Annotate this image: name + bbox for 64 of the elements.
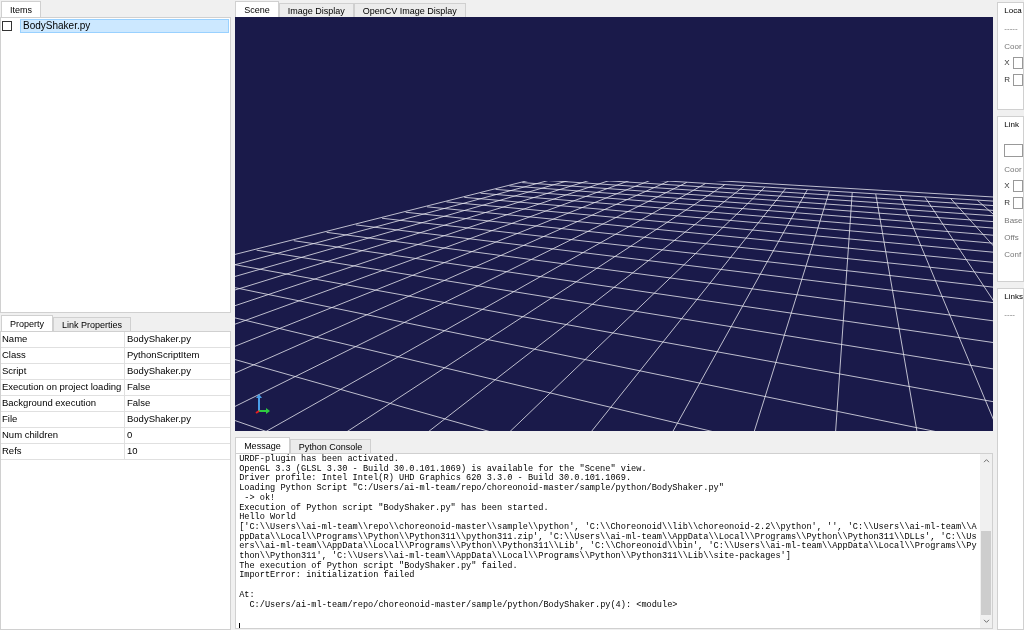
log-line: URDF-plugin has been activated. xyxy=(239,455,400,464)
panel-title: Links xyxy=(1004,291,1023,302)
property-value[interactable]: PythonScriptItem xyxy=(125,348,200,363)
property-value[interactable]: BodyShaker.py xyxy=(125,332,191,347)
input-field[interactable] xyxy=(1013,74,1023,86)
panel-title: Loca xyxy=(1004,5,1023,16)
label: Offs xyxy=(1004,233,1020,243)
log-line: Loading Python Script "C:/Users/ai-ml-team/repo/choreonoid-master/sample/python/BodyShaker.py" xyxy=(239,484,725,494)
property-value[interactable]: 10 xyxy=(125,444,138,459)
tree-item[interactable]: BodyShaker.py xyxy=(20,19,230,33)
log-line: Execution of Python script "BodyShaker.py" has been started. xyxy=(239,503,550,513)
scroll-up-icon[interactable] xyxy=(982,458,990,463)
log-line: -> ok! xyxy=(243,493,277,503)
log-line: The execution of Python script "BodyShaker.py" failed. xyxy=(239,561,519,571)
property-name: Refs xyxy=(1,444,125,459)
tab[interactable]: Image Display xyxy=(278,3,354,17)
label: Base xyxy=(1004,216,1023,226)
tab[interactable]: Scene xyxy=(235,1,279,17)
checkbox[interactable] xyxy=(2,21,12,31)
log-line: C:/Users/ai-ml-team/repo/choreonoid-master/sample/python/BodyShaker.py(4): <module> xyxy=(248,600,679,611)
input-field[interactable] xyxy=(1012,180,1023,192)
log-line: OpenGL 3.3 (GLSL 3.30 - Build 30.0.101.1069) is available for the "Scene" view. xyxy=(239,464,648,474)
scene-view[interactable] xyxy=(235,17,994,431)
tab[interactable]: Message xyxy=(235,437,290,453)
property-value[interactable]: False xyxy=(125,396,151,411)
property-value[interactable]: False xyxy=(125,380,151,395)
property-value[interactable]: BodyShaker.py xyxy=(125,364,191,379)
log-line: ImportError: initialization failed xyxy=(239,571,415,582)
label: Coor xyxy=(1004,42,1023,52)
panel-title: Link xyxy=(1004,119,1020,130)
label: Coor xyxy=(1004,165,1023,175)
property-name: Num children xyxy=(1,428,125,443)
log-line: Hello World xyxy=(239,513,296,523)
log-line: Driver profile: Intel Intel(R) UHD Graphics 620 3.3.0 - Build 30.0.101.1069. xyxy=(239,474,632,484)
tab[interactable]: Python Console xyxy=(289,439,372,453)
axes-icon xyxy=(253,393,272,415)
property-name: Script xyxy=(1,364,125,379)
property-name: Class xyxy=(1,348,125,363)
field-label: R xyxy=(1004,198,1011,208)
property-value[interactable]: 0 xyxy=(125,428,133,443)
field-label: X xyxy=(1004,181,1010,191)
property-name: Execution on project loading xyxy=(1,380,125,395)
input-field[interactable] xyxy=(1012,57,1023,69)
property-name: File xyxy=(1,412,125,427)
tab[interactable]: Link Properties xyxy=(53,317,132,331)
tab[interactable]: OpenCV Image Display xyxy=(353,3,466,17)
label: ----- xyxy=(1004,24,1019,34)
log-line: ['C:\\Users\\ai-ml-team\\repo\\choreonoid-master\\sample\\python', 'C:\\Choreonoid\\lib\\choreonoid-2.2\\python', '', 'C:\\Users\\ai-ml-team\\AppData\\Local\\Programs\\Python\\Python311\\python311.zip', 'C:\\Users\\ai-ml-team\\AppData\\Local\\Programs\\Python\\Python311\\DLLs', 'C:\\Users\\ai-ml-team\\AppData\\Local\\Programs\\Python\\Python311\\Lib', 'C:\\Choreonoid\\bin', 'C:\\Users\\ai-ml-team\\AppData\\Local\\Programs\\Python\\Python311', 'C:\\Users\\ai-ml-team\\AppData\\Local\\Programs\\Python\\Python311\\Lib\\site-packages'] xyxy=(239,522,978,562)
text-cursor xyxy=(239,623,241,628)
tab[interactable]: Property xyxy=(1,315,53,331)
tab[interactable]: Items xyxy=(1,1,41,17)
label: ---- xyxy=(1004,310,1016,320)
log-line: At: xyxy=(239,588,256,600)
scroll-thumb[interactable] xyxy=(981,531,992,615)
property-name: Name xyxy=(1,332,125,347)
field-label: R xyxy=(1004,75,1011,85)
label: Conf xyxy=(1004,250,1023,260)
scrollbar[interactable] xyxy=(980,454,993,628)
scroll-down-icon[interactable] xyxy=(982,619,990,624)
input-field[interactable] xyxy=(1004,144,1023,157)
input-field[interactable] xyxy=(1013,197,1023,209)
property-name: Background execution xyxy=(1,396,125,411)
field-label: X xyxy=(1004,58,1010,68)
property-value[interactable]: BodyShaker.py xyxy=(125,412,191,427)
